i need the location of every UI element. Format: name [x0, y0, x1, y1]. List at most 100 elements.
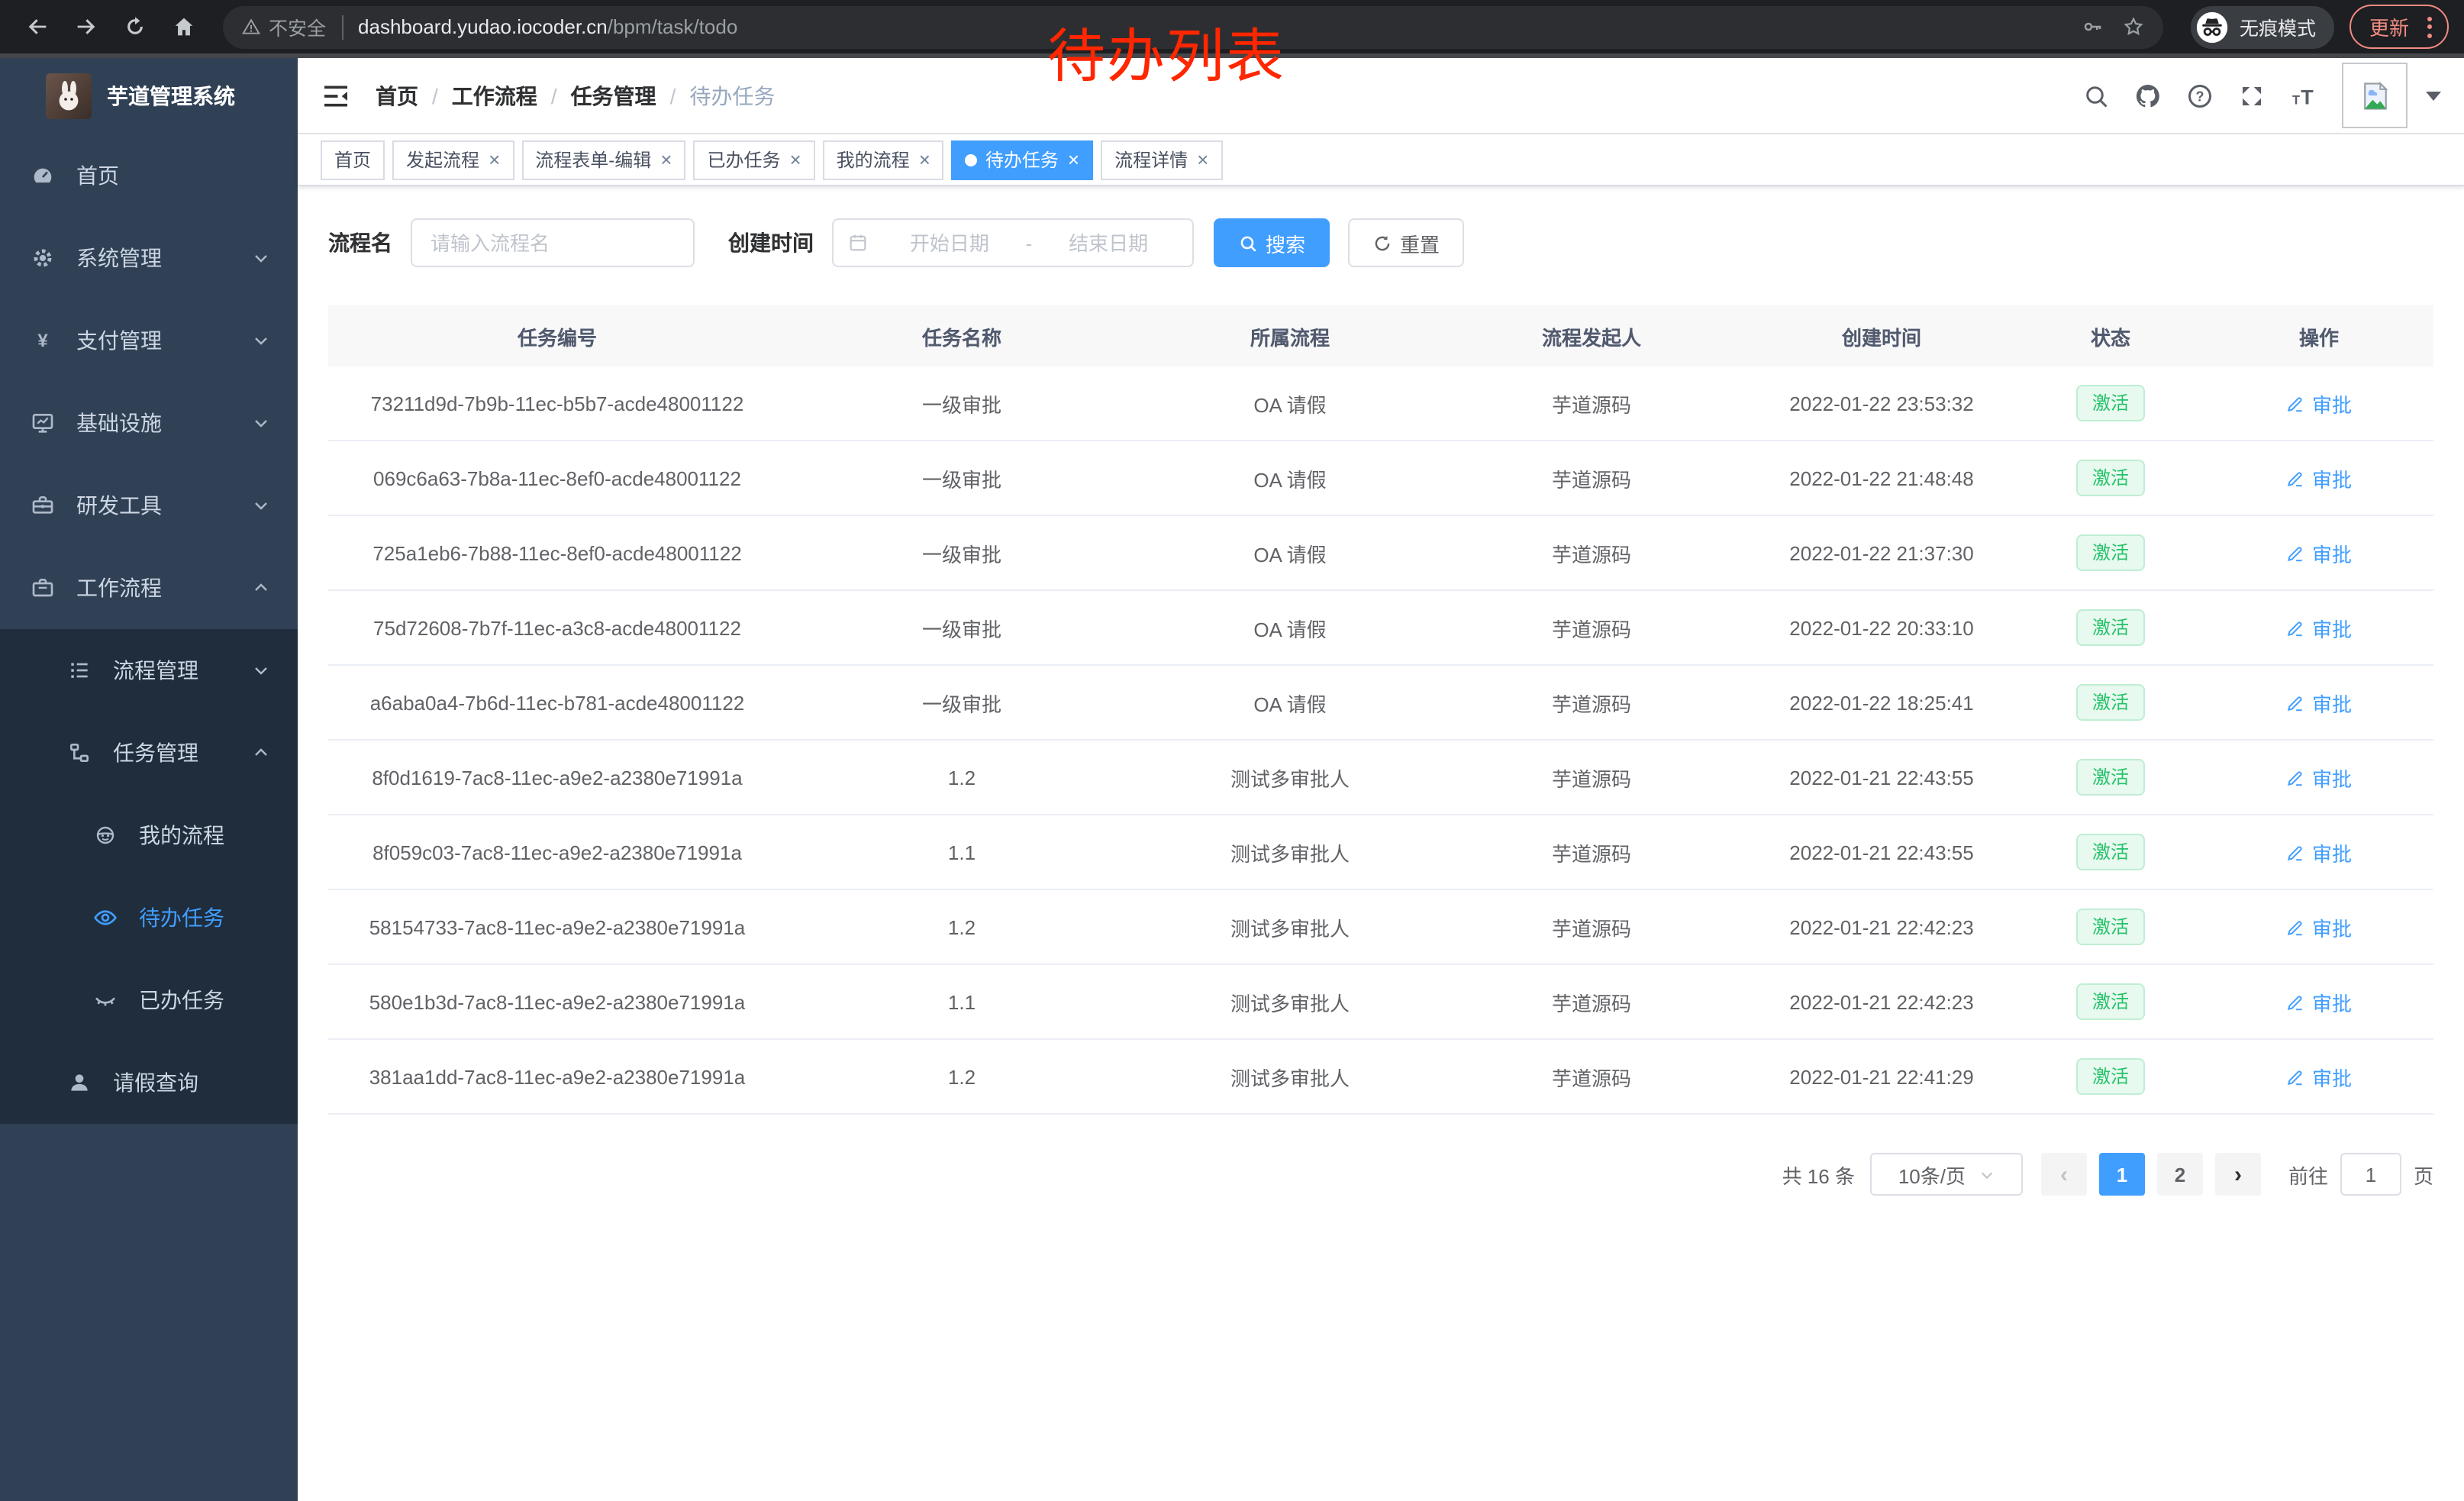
- goto-page-input[interactable]: [2340, 1153, 2401, 1196]
- back-icon[interactable]: [15, 5, 58, 48]
- sidebar-item-system[interactable]: 系统管理: [0, 217, 298, 299]
- task-id: 8f059c03-7ac8-11ec-a9e2-a2380e71991a: [328, 841, 786, 863]
- end-date-input[interactable]: [1038, 231, 1179, 254]
- page-button-1[interactable]: 1: [2099, 1153, 2145, 1196]
- approve-label: 审批: [2312, 838, 2352, 867]
- tab-home[interactable]: 首页: [321, 140, 385, 179]
- logo-image: [46, 73, 92, 119]
- star-icon[interactable]: [2122, 15, 2145, 38]
- create-time: 2022-01-22 18:25:41: [1740, 691, 2023, 714]
- sidebar-item-my-process[interactable]: 我的流程: [0, 794, 298, 876]
- tab-form-edit[interactable]: 流程表单-编辑×: [521, 140, 685, 179]
- browser-menu-icon[interactable]: [2421, 16, 2438, 37]
- sidebar-item-todo-task[interactable]: 待办任务: [0, 876, 298, 959]
- create-time-label: 创建时间: [728, 228, 814, 258]
- approve-link[interactable]: 审批: [2286, 912, 2352, 941]
- chevron-down-icon[interactable]: [2426, 91, 2441, 100]
- prev-page-button[interactable]: ‹: [2041, 1153, 2087, 1196]
- forward-icon[interactable]: [64, 5, 107, 48]
- create-time: 2022-01-22 23:53:32: [1740, 392, 2023, 415]
- tab-done-task[interactable]: 已办任务×: [693, 140, 814, 179]
- approve-link[interactable]: 审批: [2286, 1062, 2352, 1091]
- sidebar-item-process-mgmt[interactable]: 流程管理: [0, 629, 298, 712]
- tab-close-icon[interactable]: ×: [1197, 150, 1208, 169]
- page-size-select[interactable]: 10条/页: [1870, 1153, 2023, 1196]
- navbar-icons: ? TT: [2073, 73, 2327, 118]
- start-date-input[interactable]: [879, 231, 1020, 254]
- sidebar-item-label: 研发工具: [76, 490, 162, 521]
- breadcrumb-item[interactable]: 任务管理: [571, 80, 656, 111]
- approve-link[interactable]: 审批: [2286, 463, 2352, 492]
- goto-label: 前往: [2288, 1160, 2328, 1189]
- key-icon[interactable]: [2081, 15, 2104, 38]
- tab-todo-task[interactable]: 待办任务 ×: [952, 140, 1093, 179]
- approve-link[interactable]: 审批: [2286, 538, 2352, 567]
- tab-my-process[interactable]: 我的流程×: [823, 140, 944, 179]
- tab-close-icon[interactable]: ×: [1068, 150, 1079, 169]
- help-icon[interactable]: ?: [2177, 73, 2223, 118]
- hamburger-icon[interactable]: [321, 80, 351, 111]
- reload-icon[interactable]: [113, 5, 156, 48]
- navbar-actions: ? TT: [2073, 63, 2441, 128]
- tab-close-icon[interactable]: ×: [789, 150, 801, 169]
- sidebar-item-workflow[interactable]: 工作流程: [0, 547, 298, 629]
- sidebar-item-devtools[interactable]: 研发工具: [0, 464, 298, 547]
- table-row: 73211d9d-7b9b-11ec-b5b7-acde48001122一级审批…: [328, 366, 2433, 441]
- sidebar-item-payment[interactable]: ¥支付管理: [0, 299, 298, 382]
- reset-button[interactable]: 重置: [1348, 218, 1464, 267]
- breadcrumb-separator: /: [432, 83, 438, 108]
- create-time: 2022-01-22 21:37:30: [1740, 541, 2023, 564]
- search-icon[interactable]: [2073, 73, 2119, 118]
- process-name-input[interactable]: [431, 231, 675, 254]
- sidebar-item-leave-query[interactable]: 请假查询: [0, 1041, 298, 1124]
- table-row: 75d72608-7b7f-11ec-a3c8-acde48001122一级审批…: [328, 591, 2433, 666]
- page-button-2[interactable]: 2: [2157, 1153, 2203, 1196]
- url-bar[interactable]: 不安全 dashboard.yudao.iocoder.cn/bpm/task/…: [223, 5, 2163, 48]
- sidebar-item-infra[interactable]: 基础设施: [0, 382, 298, 464]
- approve-link[interactable]: 审批: [2286, 987, 2352, 1016]
- tab-close-icon[interactable]: ×: [489, 150, 500, 169]
- action-cell: 审批: [2198, 389, 2440, 418]
- home-icon[interactable]: [162, 5, 205, 48]
- tab-label: 待办任务: [985, 141, 1059, 178]
- incognito-badge: 无痕模式: [2191, 5, 2334, 48]
- next-page-button[interactable]: ›: [2215, 1153, 2261, 1196]
- font-size-icon[interactable]: TT: [2281, 73, 2327, 118]
- task-name: 一级审批: [786, 463, 1137, 492]
- avatar[interactable]: [2342, 63, 2408, 128]
- breadcrumb-item[interactable]: 首页: [376, 80, 418, 111]
- sidebar-item-done-task[interactable]: 已办任务: [0, 959, 298, 1041]
- fullscreen-icon[interactable]: [2229, 73, 2275, 118]
- sidebar-item-home[interactable]: 首页: [0, 134, 298, 217]
- tags-view: 首页发起流程×流程表单-编辑×已办任务×我的流程×待办任务×流程详情×: [298, 134, 2464, 186]
- approve-link[interactable]: 审批: [2286, 688, 2352, 717]
- process-name: 测试多审批人: [1137, 987, 1443, 1016]
- sidebar-item-label: 首页: [76, 160, 119, 191]
- process-name-field: [411, 218, 695, 267]
- update-button[interactable]: 更新: [2350, 5, 2449, 49]
- process-starter: 芋道源码: [1443, 838, 1740, 867]
- task-id: 725a1eb6-7b88-11ec-8ef0-acde48001122: [328, 541, 786, 564]
- sidebar-item-task-mgmt[interactable]: 任务管理: [0, 712, 298, 794]
- date-range-picker[interactable]: -: [832, 218, 1194, 267]
- process-name: OA 请假: [1137, 688, 1443, 717]
- action-cell: 审批: [2198, 987, 2440, 1016]
- approve-link[interactable]: 审批: [2286, 838, 2352, 867]
- tab-start-process[interactable]: 发起流程×: [392, 140, 514, 179]
- tab-process-detail[interactable]: 流程详情×: [1101, 140, 1222, 179]
- github-icon[interactable]: [2125, 73, 2171, 118]
- table-row: 580e1b3d-7ac8-11ec-a9e2-a2380e71991a1.1测…: [328, 965, 2433, 1040]
- approve-link[interactable]: 审批: [2286, 763, 2352, 792]
- approve-link[interactable]: 审批: [2286, 613, 2352, 642]
- tab-close-icon[interactable]: ×: [660, 150, 672, 169]
- breadcrumb-item[interactable]: 工作流程: [452, 80, 537, 111]
- chevron-down-icon: [249, 414, 273, 432]
- search-button[interactable]: 搜索: [1214, 218, 1330, 267]
- yen-icon: ¥: [31, 328, 55, 353]
- chevron-down-icon: [1978, 1166, 1995, 1183]
- approve-label: 审批: [2312, 389, 2352, 418]
- approve-link[interactable]: 审批: [2286, 389, 2352, 418]
- column-header: 任务名称: [786, 321, 1137, 350]
- column-header: 任务编号: [328, 321, 786, 350]
- tab-close-icon[interactable]: ×: [919, 150, 930, 169]
